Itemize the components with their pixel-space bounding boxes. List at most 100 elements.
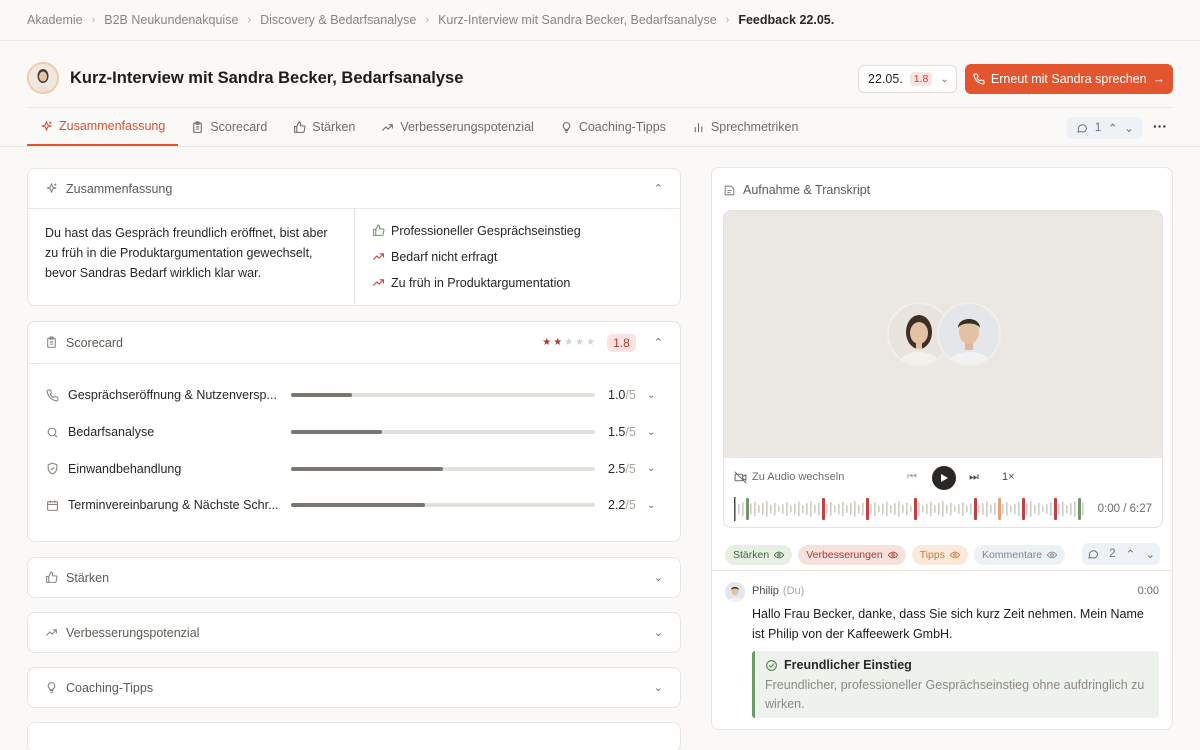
strengths-title: Stärken bbox=[66, 570, 110, 585]
chevron-up-icon[interactable]: ⌃ bbox=[1126, 547, 1136, 561]
coaching-header[interactable]: Coaching-Tipps ⌄ bbox=[28, 668, 680, 707]
chevron-down-icon[interactable]: ⌄ bbox=[1145, 547, 1155, 561]
chevron-up-icon[interactable]: ⌃ bbox=[1108, 121, 1118, 135]
audio-switch-button[interactable]: Zu Audio wechseln bbox=[734, 471, 844, 484]
more-options-button[interactable]: ··· bbox=[1152, 118, 1168, 136]
metrics-card[interactable] bbox=[27, 722, 681, 750]
play-button[interactable] bbox=[932, 466, 956, 490]
waveform-marker[interactable] bbox=[914, 498, 917, 520]
strength-annotation[interactable]: Freundlicher Einstieg Freundlicher, prof… bbox=[752, 651, 1159, 718]
breadcrumb-item[interactable]: Discovery & Bedarfsanalyse bbox=[260, 13, 416, 27]
phone-icon bbox=[973, 73, 985, 85]
bar-chart-icon bbox=[694, 122, 703, 132]
waveform-bar bbox=[906, 502, 908, 516]
waveform-bar bbox=[794, 503, 796, 515]
waveform-bar bbox=[950, 502, 952, 516]
waveform-bar bbox=[894, 503, 896, 515]
tab-staerken[interactable]: Stärken bbox=[280, 108, 368, 146]
video-player[interactable]: Zu Audio wechseln ⏮ ⏭ 1× 0:00 / 6:27 bbox=[723, 210, 1163, 528]
transcript-message: Hallo Frau Becker, danke, dass Sie sich … bbox=[752, 607, 1144, 641]
score-row[interactable]: Terminvereinbarung & Nächste Schr... 2.2… bbox=[28, 487, 680, 524]
skip-back-icon[interactable]: ⏮ bbox=[907, 471, 917, 484]
waveform-bar bbox=[942, 501, 944, 517]
annotation-filters: Stärken Verbesserungen Tipps Kommentare bbox=[725, 545, 1066, 565]
score-badge: 1.8 bbox=[909, 72, 933, 86]
chevron-down-icon[interactable]: ⌄ bbox=[647, 427, 655, 438]
skip-forward-icon[interactable]: ⏭ bbox=[969, 471, 979, 484]
summary-header[interactable]: Zusammenfassung ⌃ bbox=[28, 169, 680, 209]
coaching-card[interactable]: Coaching-Tipps ⌄ bbox=[27, 667, 681, 708]
score-value: 1.5/5 bbox=[608, 425, 636, 440]
waveform-bar bbox=[874, 502, 876, 516]
tab-coaching-tipps[interactable]: Coaching-Tipps bbox=[547, 108, 679, 146]
tab-sprechmetriken[interactable]: Sprechmetriken bbox=[679, 108, 812, 146]
filter-strengths[interactable]: Stärken bbox=[725, 545, 793, 565]
waveform-bar bbox=[842, 501, 844, 517]
waveform-bar bbox=[934, 505, 936, 513]
audio-switch-label: Zu Audio wechseln bbox=[752, 471, 845, 483]
playback-speed-button[interactable]: 1× bbox=[1002, 471, 1015, 483]
chevron-down-icon[interactable]: ⌄ bbox=[654, 626, 663, 639]
tab-zusammenfassung[interactable]: Zusammenfassung bbox=[27, 108, 179, 146]
audio-waveform[interactable] bbox=[734, 497, 1086, 521]
comment-navigator[interactable]: 2 ⌃ ⌄ bbox=[1082, 543, 1160, 565]
waveform-marker[interactable] bbox=[1078, 498, 1081, 520]
session-date-select[interactable]: 22.05. 1.8 ⌄ bbox=[858, 65, 957, 93]
improvements-header[interactable]: Verbesserungspotenzial ⌄ bbox=[28, 613, 680, 652]
breadcrumb-item[interactable]: Akademie bbox=[27, 13, 83, 27]
divider bbox=[712, 570, 1172, 571]
comment-navigator[interactable]: 1 ⌃ ⌄ bbox=[1067, 117, 1143, 139]
score-row[interactable]: Bedarfsanalyse 1.5/5 ⌄ bbox=[28, 414, 680, 451]
tab-verbesserungspotenzial[interactable]: Verbesserungspotenzial bbox=[368, 108, 546, 146]
improvements-card[interactable]: Verbesserungspotenzial ⌄ bbox=[27, 612, 681, 653]
filter-tips[interactable]: Tipps bbox=[911, 545, 968, 565]
filter-comments[interactable]: Kommentare bbox=[973, 545, 1066, 565]
comment-count: 2 bbox=[1109, 548, 1116, 560]
breadcrumb-item[interactable]: B2B Neukundenakquise bbox=[104, 13, 238, 27]
summary-points: Professioneller Gesprächseinstieg Bedarf… bbox=[355, 209, 598, 306]
waveform-marker[interactable] bbox=[1054, 498, 1057, 520]
playhead[interactable] bbox=[734, 497, 736, 521]
waveform-bar bbox=[1026, 503, 1028, 515]
chevron-down-icon[interactable]: ⌄ bbox=[654, 681, 663, 694]
waveform-bar bbox=[1014, 503, 1016, 515]
waveform-marker[interactable] bbox=[998, 498, 1001, 520]
score-row[interactable]: Gesprächseröffnung & Nutzenversp... 1.0/… bbox=[28, 377, 680, 414]
score-label: Einwandbehandlung bbox=[68, 461, 182, 476]
strengths-card[interactable]: Stärken ⌄ bbox=[27, 557, 681, 598]
waveform-bar bbox=[1010, 505, 1012, 513]
score-value: 2.5/5 bbox=[608, 461, 636, 476]
summary-text: Du hast das Gespräch freundlich eröffnet… bbox=[28, 209, 355, 306]
tab-scorecard[interactable]: Scorecard bbox=[178, 108, 280, 146]
chevron-up-icon[interactable]: ⌃ bbox=[654, 182, 663, 195]
eye-icon bbox=[949, 551, 960, 559]
talk-again-button[interactable]: Erneut mit Sandra sprechen → bbox=[965, 64, 1173, 94]
filter-improvements[interactable]: Verbesserungen bbox=[798, 545, 906, 565]
waveform-bar bbox=[810, 501, 812, 517]
breadcrumb-item[interactable]: Kurz-Interview mit Sandra Becker, Bedarf… bbox=[438, 13, 717, 27]
waveform-bar bbox=[882, 503, 884, 515]
thumbs-up-icon bbox=[46, 571, 58, 583]
chevron-down-icon[interactable]: ⌄ bbox=[654, 571, 663, 584]
play-icon bbox=[941, 474, 948, 482]
waveform-marker[interactable] bbox=[866, 498, 869, 520]
waveform-marker[interactable] bbox=[974, 498, 977, 520]
score-row[interactable]: Einwandbehandlung 2.5/5 ⌄ bbox=[28, 450, 680, 487]
waveform-marker[interactable] bbox=[746, 498, 749, 520]
chevron-down-icon[interactable]: ⌄ bbox=[647, 463, 655, 474]
chevron-down-icon[interactable]: ⌄ bbox=[647, 390, 655, 401]
star-empty-icon: ★ bbox=[564, 337, 574, 348]
scorecard-header[interactable]: Scorecard ★ ★ ★ ★ ★ 1.8 ⌃ bbox=[28, 322, 680, 364]
waveform-bar bbox=[750, 503, 752, 515]
message-timestamp[interactable]: 0:00 bbox=[1138, 585, 1159, 597]
chevron-down-icon[interactable]: ⌄ bbox=[647, 500, 655, 511]
chevron-up-icon[interactable]: ⌃ bbox=[654, 336, 663, 349]
chevron-down-icon[interactable]: ⌄ bbox=[1124, 121, 1134, 135]
strengths-header[interactable]: Stärken ⌄ bbox=[28, 558, 680, 597]
waveform-bar bbox=[1002, 504, 1004, 514]
lightbulb-icon bbox=[562, 121, 571, 133]
waveform-marker[interactable] bbox=[822, 498, 825, 520]
waveform-bar bbox=[1058, 503, 1060, 515]
waveform-marker[interactable] bbox=[1022, 498, 1025, 520]
waveform-bar bbox=[962, 502, 964, 516]
